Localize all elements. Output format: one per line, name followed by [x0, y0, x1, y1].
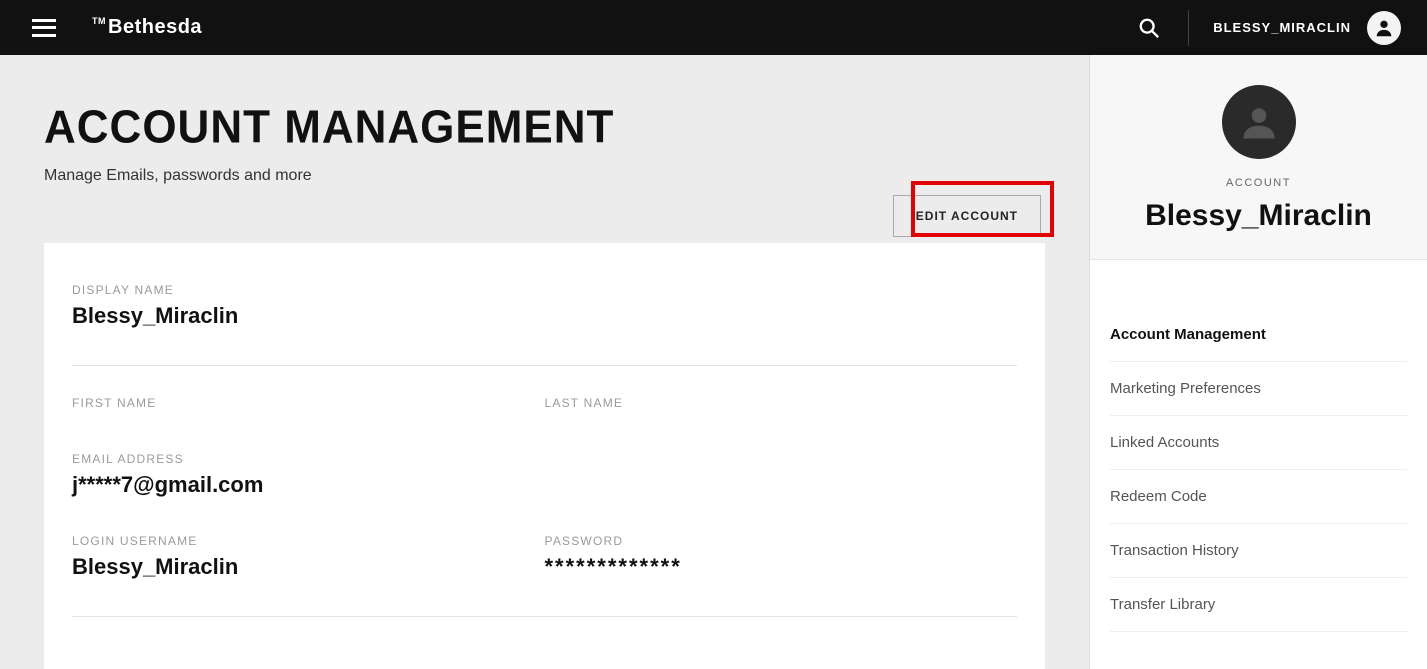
person-icon	[1237, 100, 1281, 144]
sidebar-item-redeem-code[interactable]: Redeem Code	[1110, 470, 1407, 524]
account-display-name: Blessy_Miraclin	[1100, 199, 1417, 233]
sidebar-avatar	[1222, 85, 1296, 159]
header-username[interactable]: BLESSY_MIRACLIN	[1213, 20, 1351, 35]
main-content: ACCOUNT MANAGEMENT Manage Emails, passwo…	[0, 55, 1089, 669]
search-icon[interactable]	[1138, 17, 1160, 39]
email-value: j*****7@gmail.com	[72, 472, 1017, 498]
sidebar-item-marketing-preferences[interactable]: Marketing Preferences	[1110, 362, 1407, 416]
sidebar-item-transaction-history[interactable]: Transaction History	[1110, 524, 1407, 578]
password-value: *************	[545, 554, 1018, 580]
brand-logo[interactable]: TMBethesda	[92, 16, 202, 39]
display-name-value: Blessy_Miraclin	[72, 303, 1017, 329]
sidebar-item-linked-accounts[interactable]: Linked Accounts	[1110, 416, 1407, 470]
page-subtitle: Manage Emails, passwords and more	[44, 167, 1045, 185]
account-label: ACCOUNT	[1100, 177, 1417, 189]
password-label: PASSWORD	[545, 534, 1018, 548]
edit-account-button[interactable]: EDIT ACCOUNT	[893, 195, 1041, 237]
header-divider	[1188, 10, 1189, 46]
sidebar-profile: ACCOUNT Blessy_Miraclin	[1090, 55, 1427, 260]
login-label: LOGIN USERNAME	[72, 534, 545, 548]
login-value: Blessy_Miraclin	[72, 554, 545, 580]
person-icon	[1373, 17, 1395, 39]
divider	[72, 365, 1017, 366]
sidebar-nav: Account Management Marketing Preferences…	[1090, 260, 1427, 632]
top-header: TMBethesda BLESSY_MIRACLIN	[0, 0, 1427, 55]
last-name-field: LAST NAME	[545, 396, 1018, 416]
divider	[72, 616, 1017, 617]
sidebar-item-account-management[interactable]: Account Management	[1110, 308, 1407, 362]
sidebar: ACCOUNT Blessy_Miraclin Account Manageme…	[1089, 55, 1427, 669]
first-name-label: FIRST NAME	[72, 396, 545, 410]
header-avatar[interactable]	[1367, 11, 1401, 45]
email-label: EMAIL ADDRESS	[72, 452, 1017, 466]
brand-text: Bethesda	[108, 16, 202, 39]
header-right: BLESSY_MIRACLIN	[1138, 0, 1427, 55]
account-card: DISPLAY NAME Blessy_Miraclin FIRST NAME …	[44, 243, 1045, 669]
display-name-label: DISPLAY NAME	[72, 283, 1017, 297]
email-field: EMAIL ADDRESS j*****7@gmail.com	[72, 452, 1017, 498]
password-field: PASSWORD *************	[545, 534, 1018, 580]
page-header: ACCOUNT MANAGEMENT Manage Emails, passwo…	[0, 55, 1089, 213]
last-name-label: LAST NAME	[545, 396, 1018, 410]
sidebar-item-transfer-library[interactable]: Transfer Library	[1110, 578, 1407, 632]
first-name-field: FIRST NAME	[72, 396, 545, 416]
display-name-field: DISPLAY NAME Blessy_Miraclin	[72, 283, 1017, 329]
page-title: ACCOUNT MANAGEMENT	[44, 102, 1045, 155]
menu-icon[interactable]	[32, 19, 56, 37]
login-username-field: LOGIN USERNAME Blessy_Miraclin	[72, 534, 545, 580]
